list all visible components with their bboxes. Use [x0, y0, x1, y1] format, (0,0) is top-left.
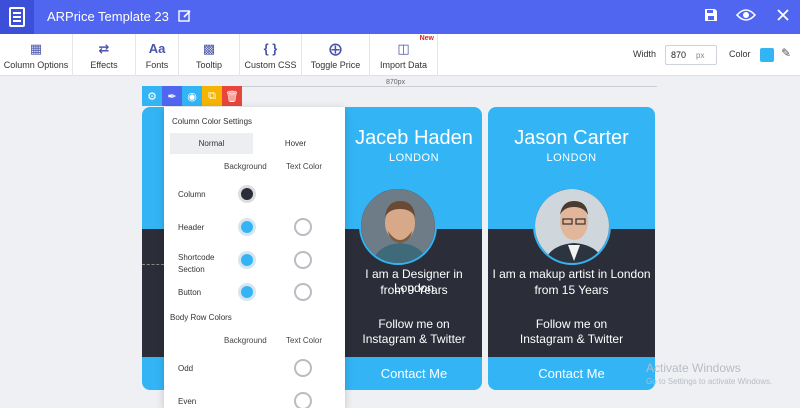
- eyedropper-icon[interactable]: ✎: [781, 46, 791, 60]
- width-label: Width: [633, 49, 657, 59]
- row-label-column: Column: [178, 190, 206, 199]
- even-text-swatch[interactable]: [294, 392, 312, 408]
- width-unit: px: [696, 50, 705, 60]
- preview-eye-icon[interactable]: [735, 8, 757, 27]
- column-options-button[interactable]: ▦ Column Options: [0, 34, 73, 76]
- save-icon[interactable]: [701, 8, 721, 27]
- row-label-button: Button: [178, 288, 202, 297]
- section-guide: [142, 264, 164, 265]
- button-background-swatch[interactable]: [238, 283, 256, 301]
- odd-text-swatch[interactable]: [294, 359, 312, 377]
- bio-line-1: I am a makup artist in London: [492, 267, 651, 281]
- background-column-header: Background: [224, 162, 267, 171]
- member-city: LONDON: [546, 152, 597, 164]
- avatar: [532, 187, 611, 265]
- shortcode-text-swatch[interactable]: [294, 251, 312, 269]
- width-value: 870: [671, 50, 687, 60]
- bio-line-3: Follow me on: [378, 317, 450, 331]
- text-color-column-header: Text Color: [286, 162, 323, 171]
- contact-me-button[interactable]: Contact Me: [488, 357, 655, 390]
- row-label-odd: Odd: [178, 364, 194, 373]
- toggle-icon: ⨁: [329, 40, 342, 56]
- close-icon[interactable]: [773, 8, 793, 27]
- body-row-colors-title: Body Row Colors: [170, 313, 232, 322]
- bio-line-3: Follow me on: [535, 317, 608, 331]
- braces-icon: { }: [263, 40, 278, 56]
- body-background-header: Background: [224, 336, 267, 345]
- column-settings-gear-icon[interactable]: ⚙: [142, 86, 162, 106]
- width-input[interactable]: 870 px: [665, 45, 717, 65]
- header-text-swatch[interactable]: [294, 218, 312, 236]
- tab-hover[interactable]: Hover: [254, 133, 337, 154]
- column-color-settings-panel: Column Color Settings Normal Hover Backg…: [164, 107, 345, 408]
- tab-normal[interactable]: Normal: [170, 133, 253, 154]
- brush-icon[interactable]: ✒: [162, 86, 182, 106]
- tooltip-icon: ▩: [202, 40, 216, 56]
- shuffle-icon: ⇄: [98, 40, 110, 56]
- bio-line-4: Instagram & Twitter: [362, 332, 466, 346]
- effects-button[interactable]: ⇄ Effects: [73, 34, 136, 76]
- width-marker: 870px: [383, 79, 409, 86]
- row-label-shortcode: Shortcode Section: [178, 253, 215, 274]
- color-label: Color: [729, 49, 751, 59]
- body-text-color-header: Text Color: [286, 336, 323, 345]
- toggle-price-button[interactable]: ⨁ Toggle Price: [302, 34, 370, 76]
- fonts-icon: Aa: [148, 40, 166, 56]
- new-badge: New: [419, 35, 434, 42]
- import-icon: ◫: [397, 40, 410, 56]
- fonts-button[interactable]: Aa Fonts: [136, 34, 179, 76]
- shortcode-background-swatch[interactable]: [238, 251, 256, 269]
- document-icon: [9, 7, 25, 27]
- bio-line-4: Instagram & Twitter: [519, 332, 624, 346]
- row-label-even: Even: [178, 397, 197, 406]
- header-background-swatch[interactable]: [238, 218, 256, 236]
- column-background-swatch[interactable]: [238, 185, 256, 203]
- panel-title: Column Color Settings: [172, 117, 253, 126]
- column-options-icon: ▦: [29, 40, 43, 56]
- custom-css-button[interactable]: { } Custom CSS: [240, 34, 302, 76]
- color-swatch[interactable]: [760, 48, 774, 62]
- hide-eye-icon[interactable]: ◉: [182, 86, 202, 106]
- member-name: Jason Carter: [514, 127, 629, 149]
- column-action-toolbar: ⚙ ✒ ◉ ⧉ 🗑: [142, 86, 242, 106]
- title-bar: ARPrice Template 23: [0, 0, 800, 34]
- avatar: [359, 187, 437, 265]
- row-label-header: Header: [178, 223, 205, 232]
- button-text-swatch[interactable]: [294, 283, 312, 301]
- app-logo: [0, 0, 34, 34]
- app-title: ARPrice Template 23: [47, 9, 169, 24]
- activate-windows-hint: Go to Settings to activate Windows.: [646, 377, 773, 386]
- bio-line-2: from 15 Years: [534, 283, 609, 297]
- delete-trash-icon[interactable]: 🗑: [222, 86, 242, 106]
- pricing-column-3: Jason Carter LONDON I am a makup artist …: [488, 107, 655, 390]
- member-city: LONDON: [388, 152, 440, 164]
- activate-windows-watermark: Activate Windows: [646, 361, 741, 375]
- import-data-button[interactable]: New ◫ Import Data: [370, 34, 438, 76]
- bio-line-2: from 9 Years: [380, 283, 448, 297]
- member-name: Jaceb Haden: [355, 127, 473, 149]
- duplicate-icon[interactable]: ⧉: [202, 86, 222, 106]
- tooltip-button[interactable]: ▩ Tooltip: [179, 34, 240, 76]
- edit-title-icon[interactable]: [178, 9, 192, 26]
